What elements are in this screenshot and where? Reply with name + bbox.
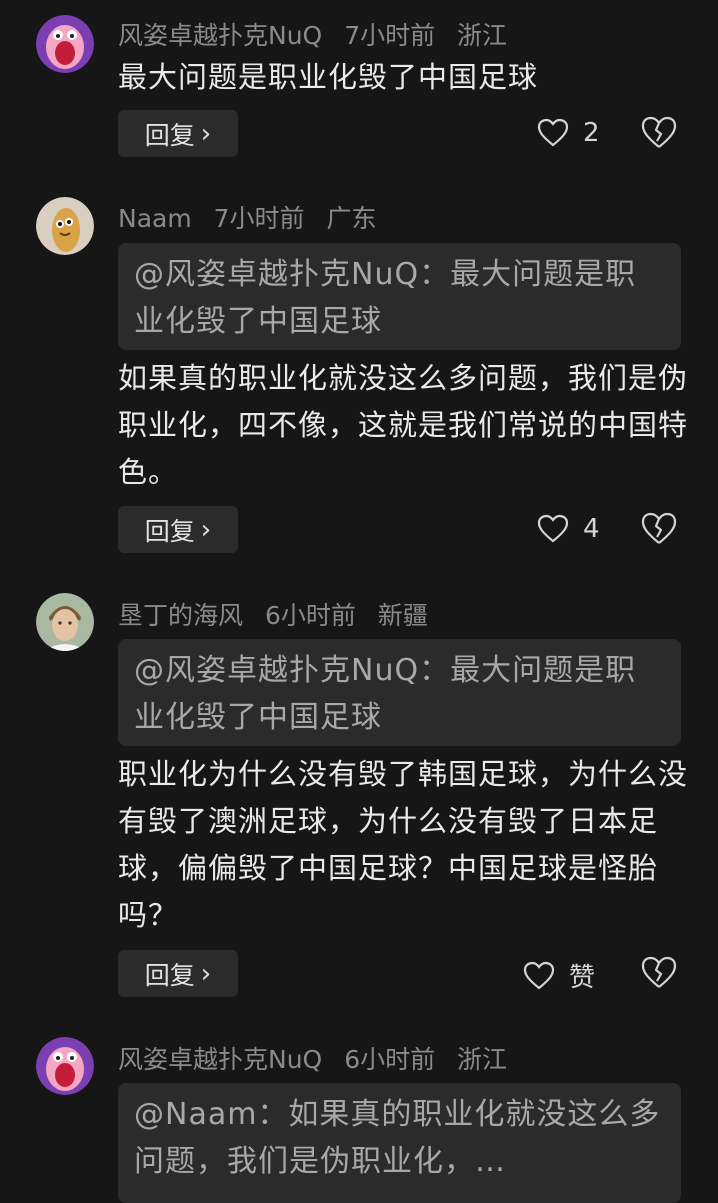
broken-heart-icon (641, 512, 677, 544)
location: 浙江 (457, 1045, 508, 1074)
location: 广东 (326, 204, 377, 233)
location: 浙江 (457, 21, 508, 50)
timestamp: 6小时前 (344, 1045, 436, 1074)
reply-label: 回复 (144, 960, 195, 990)
quoted-comment[interactable]: @风姿卓越扑克NuQ：最大问题是职业化毁了中国足球 (118, 243, 681, 350)
avatar[interactable] (36, 15, 94, 73)
chevron-right-icon: › (200, 118, 212, 149)
broken-heart-icon (641, 956, 677, 988)
username[interactable]: 风姿卓越扑克NuQ (118, 21, 322, 50)
reply-button[interactable]: 回复 › (118, 110, 238, 157)
reply-button[interactable]: 回复 › (118, 950, 238, 997)
dislike-button[interactable] (640, 954, 678, 992)
comment-meta: 垦丁的海风 6小时前 新疆 (118, 596, 442, 632)
reply-label: 回复 (144, 120, 195, 150)
username[interactable]: 垦丁的海风 (118, 601, 243, 630)
comment-text: 如果真的职业化就没这么多问题，我们是伪职业化，四不像，这就是我们常说的中国特色。 (118, 361, 689, 489)
comment-text: 职业化为什么没有毁了韩国足球，为什么没有毁了澳洲足球，为什么没有毁了日本足球，偏… (118, 757, 689, 932)
like-count: 4 (583, 514, 600, 544)
reply-button[interactable]: 回复 › (118, 506, 238, 553)
heart-icon (537, 118, 569, 147)
username[interactable]: 风姿卓越扑克NuQ (118, 1045, 322, 1074)
like-button[interactable]: 4 (537, 513, 600, 545)
like-button[interactable]: 赞 (523, 957, 595, 994)
dislike-button[interactable] (640, 510, 678, 548)
reply-label: 回复 (144, 516, 195, 546)
timestamp: 7小时前 (344, 21, 436, 50)
heart-icon (523, 961, 555, 989)
timestamp: 7小时前 (213, 204, 305, 233)
heart-icon (537, 514, 569, 543)
like-count: 赞 (569, 963, 596, 993)
avatar[interactable] (36, 197, 94, 255)
comment-meta: Naam 7小时前 广东 (118, 199, 391, 235)
chevron-right-icon: › (200, 514, 212, 545)
comment-text: 最大问题是职业化毁了中国足球 (118, 60, 539, 94)
broken-heart-icon (641, 116, 677, 148)
avatar[interactable] (36, 1037, 94, 1095)
quoted-comment[interactable]: @Naam：如果真的职业化就没这么多问题，我们是伪职业化，… (118, 1083, 681, 1203)
comment-meta: 风姿卓越扑克NuQ 6小时前 浙江 (118, 1040, 521, 1076)
avatar[interactable] (36, 593, 94, 651)
comment-meta: 风姿卓越扑克NuQ 7小时前 浙江 (118, 16, 521, 52)
location: 新疆 (377, 601, 428, 630)
quoted-comment[interactable]: @风姿卓越扑克NuQ：最大问题是职业化毁了中国足球 (118, 639, 681, 746)
like-button[interactable]: 2 (537, 117, 600, 149)
timestamp: 6小时前 (264, 601, 356, 630)
dislike-button[interactable] (640, 114, 678, 152)
like-count: 2 (583, 118, 600, 148)
chevron-right-icon: › (200, 958, 212, 989)
username[interactable]: Naam (118, 204, 192, 233)
